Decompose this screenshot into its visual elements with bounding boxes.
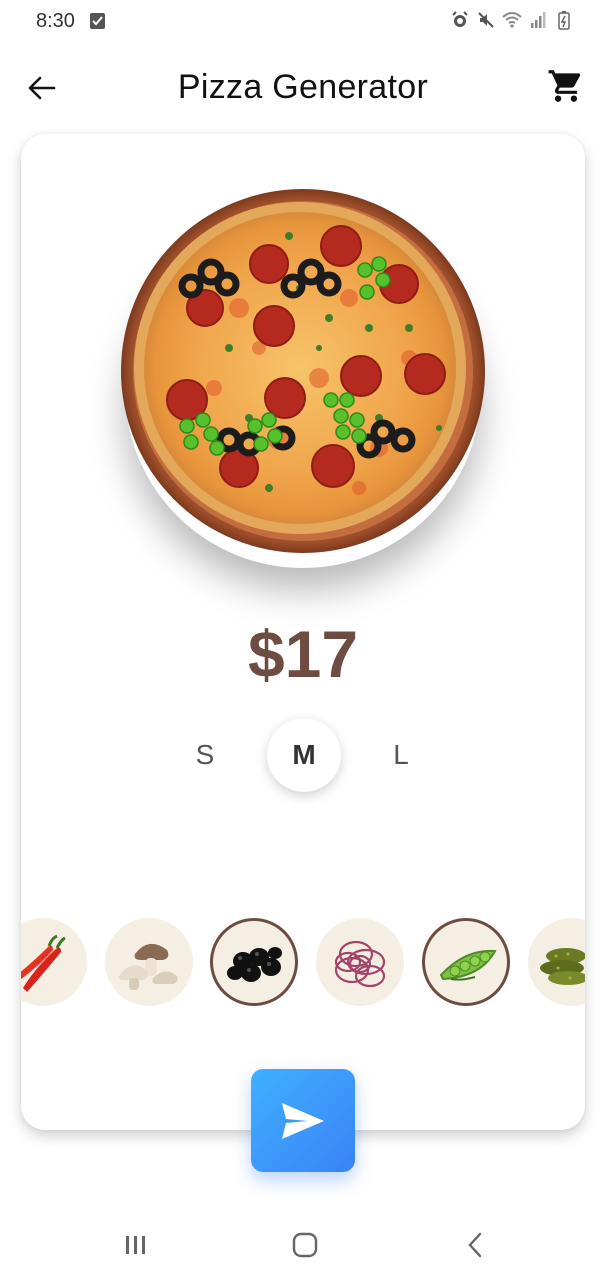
ingredient-chili-pepper[interactable] bbox=[21, 918, 87, 1006]
ingredient-onion[interactable] bbox=[316, 918, 404, 1006]
check-notification-icon bbox=[90, 13, 105, 29]
status-time: 8:30 bbox=[36, 10, 75, 32]
pizza-image bbox=[119, 188, 487, 554]
app-bar: Pizza Generator bbox=[0, 56, 606, 120]
chili-pepper-icon bbox=[21, 934, 66, 992]
system-nav-bar bbox=[0, 1210, 606, 1280]
size-option-s[interactable]: S bbox=[168, 718, 242, 792]
send-icon bbox=[282, 1102, 324, 1139]
ingredient-pickles[interactable] bbox=[528, 918, 585, 1006]
chevron-left-icon bbox=[468, 1232, 482, 1258]
alarm-icon bbox=[450, 10, 470, 30]
status-icons bbox=[450, 10, 574, 30]
home-button[interactable] bbox=[285, 1230, 325, 1260]
cart-button[interactable] bbox=[544, 64, 588, 108]
ingredient-olives[interactable] bbox=[210, 918, 298, 1006]
onion-icon bbox=[334, 940, 386, 988]
olives-icon bbox=[227, 947, 282, 982]
ingredient-mushroom[interactable] bbox=[105, 918, 193, 1006]
recents-icon bbox=[126, 1236, 145, 1254]
ingredient-peas[interactable] bbox=[422, 918, 510, 1006]
size-selector: S M L bbox=[21, 716, 585, 796]
wifi-icon bbox=[502, 10, 522, 30]
system-back-button[interactable] bbox=[455, 1230, 495, 1260]
mute-icon bbox=[476, 10, 496, 30]
size-option-l[interactable]: L bbox=[364, 718, 438, 792]
peas-icon bbox=[439, 949, 497, 981]
cart-icon bbox=[548, 70, 581, 102]
pizza-card: $17 S M L bbox=[21, 134, 585, 1130]
size-option-m[interactable]: M bbox=[267, 718, 341, 792]
recent-apps-button[interactable] bbox=[116, 1230, 156, 1260]
home-icon bbox=[292, 1232, 318, 1258]
ingredient-carousel bbox=[21, 918, 585, 1008]
battery-icon bbox=[554, 10, 574, 30]
page-title: Pizza Generator bbox=[177, 68, 429, 106]
pickles-icon bbox=[540, 948, 585, 985]
price-label: $17 bbox=[247, 617, 359, 691]
signal-icon bbox=[528, 10, 548, 30]
mushroom-icon bbox=[118, 943, 178, 990]
status-bar: 8:30 bbox=[0, 0, 606, 44]
send-button[interactable] bbox=[251, 1069, 355, 1172]
